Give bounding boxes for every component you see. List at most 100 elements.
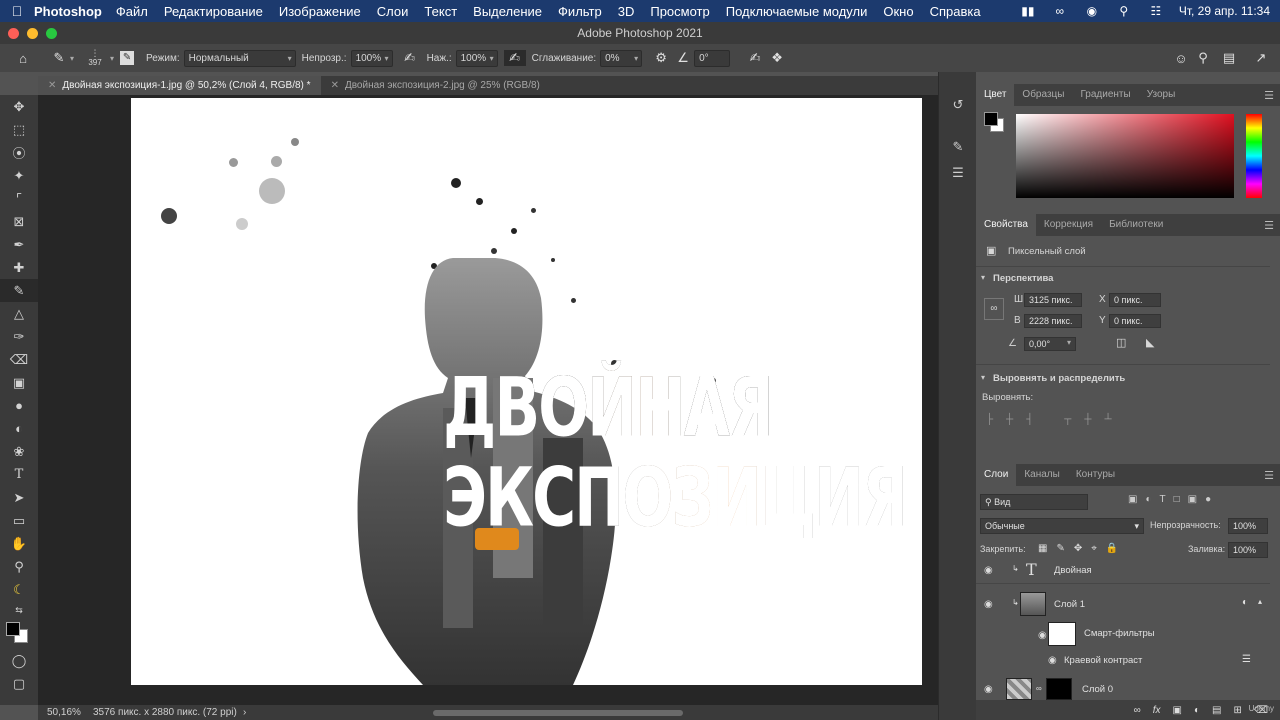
color-field[interactable] xyxy=(1016,114,1234,198)
lasso-tool-icon[interactable]: ⦿ xyxy=(0,141,38,164)
zoom-level[interactable]: 50,16% xyxy=(47,705,81,720)
section-align[interactable]: Выровнять и распределить xyxy=(993,373,1125,384)
brush-preset-icon[interactable]: ✎ xyxy=(48,50,70,66)
rectangle-tool-icon[interactable]: ▭ xyxy=(0,509,38,532)
panel-menu-icon[interactable]: ☰ xyxy=(1264,89,1274,102)
filter-type-icon[interactable]: T xyxy=(1160,494,1166,505)
pressure-opacity-icon[interactable]: ✍ xyxy=(399,50,421,66)
tab-document-1[interactable]: ✕ Двойная экспозиция-1.jpg @ 50,2% (Слой … xyxy=(38,76,321,95)
panel-menu-icon[interactable]: ☰ xyxy=(1264,469,1274,482)
lock-all-icon[interactable]: 🔒 xyxy=(1106,543,1118,554)
tab-layers[interactable]: Слои xyxy=(976,464,1017,486)
align-bottom-icon[interactable]: ┴ xyxy=(1104,414,1111,425)
tab-channels[interactable]: Каналы xyxy=(1016,464,1068,486)
layer-row-smart-filters[interactable]: ◉ Смарт-фильтры xyxy=(976,620,1270,652)
workspace-icon[interactable]: ▤ xyxy=(1218,50,1240,66)
lock-transparency-icon[interactable]: ▦ xyxy=(1038,543,1047,554)
filter-shape-icon[interactable]: □ xyxy=(1174,494,1180,505)
section-transform[interactable]: Перспектива xyxy=(993,273,1053,284)
visibility-eye-icon[interactable]: ◉ xyxy=(984,599,993,610)
close-window-button[interactable] xyxy=(8,28,19,39)
mode-select[interactable]: Нормальный ▾ xyxy=(183,49,296,67)
gradient-tool-icon[interactable]: ▣ xyxy=(0,371,38,394)
clock[interactable]: Чт, 29 апр. 11:34 xyxy=(1179,4,1270,18)
menu-layers[interactable]: Слои xyxy=(377,4,409,19)
minimize-window-button[interactable] xyxy=(27,28,38,39)
brushes-panel-icon[interactable]: ✎ xyxy=(939,134,977,160)
menu-help[interactable]: Справка xyxy=(930,4,981,19)
chevron-up-icon[interactable]: ▴ xyxy=(1258,597,1262,606)
chevron-down-icon[interactable]: ▾ xyxy=(1067,338,1071,347)
y-input[interactable]: 0 пикс. xyxy=(1109,314,1161,328)
add-mask-icon[interactable]: ▣ xyxy=(1173,705,1182,716)
chevron-down-icon[interactable]: ▾ xyxy=(981,273,985,282)
horizontal-scrollbar[interactable] xyxy=(433,710,683,716)
panel-menu-icon[interactable]: ☰ xyxy=(1264,219,1274,232)
tab-patterns[interactable]: Узоры xyxy=(1139,84,1184,106)
flip-vertical-icon[interactable]: ◣ xyxy=(1146,336,1154,349)
search-icon[interactable]: ⚲ xyxy=(1115,4,1133,18)
tab-color[interactable]: Цвет xyxy=(976,84,1015,106)
filter-options-icon[interactable]: ☰ xyxy=(1242,654,1251,665)
align-right-icon[interactable]: ┤ xyxy=(1026,414,1033,425)
menu-view[interactable]: Просмотр xyxy=(650,4,709,19)
fill-input[interactable]: 100% xyxy=(1228,542,1268,558)
eyedropper-tool-icon[interactable]: ✒ xyxy=(0,233,38,256)
hand-tool-icon[interactable]: ✋ xyxy=(0,532,38,555)
brush-tool-icon[interactable]: ✎ xyxy=(0,279,38,302)
pen-tool-icon[interactable]: ❀ xyxy=(0,440,38,463)
control-center-icon[interactable]: ☷ xyxy=(1147,4,1165,18)
menu-image[interactable]: Изображение xyxy=(279,4,361,19)
foreground-color-swatch[interactable] xyxy=(6,622,20,636)
align-top-icon[interactable]: ┬ xyxy=(1064,414,1071,425)
menu-text[interactable]: Текст xyxy=(424,4,457,19)
chevron-down-icon[interactable]: ▾ xyxy=(981,373,985,382)
menu-edit[interactable]: Редактирование xyxy=(164,4,263,19)
visibility-eye-icon[interactable]: ◉ xyxy=(1048,655,1057,666)
layer-filter-select[interactable]: ⚲ Вид xyxy=(980,494,1088,510)
menu-plugins[interactable]: Подключаемые модули xyxy=(726,4,868,19)
crop-tool-icon[interactable]: ⌜ xyxy=(0,187,38,210)
clone-stamp-tool-icon[interactable]: △ xyxy=(0,302,38,325)
close-icon[interactable]: ✕ xyxy=(331,80,339,91)
smart-filter-icon[interactable]: ◐ xyxy=(1242,597,1248,608)
visibility-eye-icon[interactable]: ◉ xyxy=(984,565,993,576)
banana-icon[interactable]: ☾ xyxy=(0,578,38,601)
apple-menu-icon[interactable]:  xyxy=(0,3,34,19)
symmetry-icon[interactable]: ❖ xyxy=(766,50,788,66)
chevron-down-icon[interactable]: ▾ xyxy=(110,54,114,63)
lock-position-icon[interactable]: ✥ xyxy=(1074,543,1082,554)
swap-colors-icon[interactable]: ⇆ xyxy=(0,601,38,619)
lock-paint-icon[interactable]: ✎ xyxy=(1056,543,1064,554)
screen-mode-icon[interactable]: ▢ xyxy=(0,672,38,695)
layer-row-text[interactable]: ◉ ↳ T Двойная xyxy=(976,558,1270,584)
layer-row-smart[interactable]: ◉ ↳ Слой 1 ◐ ▴ xyxy=(976,590,1270,620)
airbrush-icon[interactable]: ✍ xyxy=(503,50,526,66)
app-menu[interactable]: Photoshop xyxy=(34,4,102,19)
tab-properties[interactable]: Свойства xyxy=(976,214,1036,236)
dodge-tool-icon[interactable]: ◐ xyxy=(0,417,38,440)
align-hcenter-icon[interactable]: ┼ xyxy=(1006,414,1013,425)
link-layers-icon[interactable]: ∞ xyxy=(1134,705,1141,716)
align-left-icon[interactable]: ├ xyxy=(986,414,993,425)
home-icon[interactable]: ⌂ xyxy=(12,51,34,66)
path-selection-tool-icon[interactable]: ➤ xyxy=(0,486,38,509)
tab-libraries[interactable]: Библиотеки xyxy=(1101,214,1171,236)
tab-gradients[interactable]: Градиенты xyxy=(1072,84,1138,106)
menu-file[interactable]: Файл xyxy=(116,4,148,19)
new-layer-icon[interactable]: ⊞ xyxy=(1233,705,1241,716)
marquee-tool-icon[interactable]: ⬚ xyxy=(0,118,38,141)
healing-brush-tool-icon[interactable]: ✚ xyxy=(0,256,38,279)
brush-settings-icon[interactable]: ✎ xyxy=(120,51,135,65)
document-canvas[interactable]: ДВОЙНАЯ ЭКСПОЗИЦИЯ xyxy=(131,98,922,685)
document-info[interactable]: 3576 пикс. x 2880 пикс. (72 ppi) xyxy=(93,705,237,720)
tab-adjustments[interactable]: Коррекция xyxy=(1036,214,1101,236)
battery-icon[interactable]: ▮▮ xyxy=(1019,4,1037,18)
move-tool-icon[interactable]: ✥ xyxy=(0,95,38,118)
blend-mode-select[interactable]: Обычные ▾ xyxy=(980,518,1144,534)
user-icon[interactable]: ◉ xyxy=(1083,4,1101,18)
zoom-window-button[interactable] xyxy=(46,28,57,39)
blur-tool-icon[interactable]: ● xyxy=(0,394,38,417)
history-brush-tool-icon[interactable]: ✑ xyxy=(0,325,38,348)
filter-toggle-icon[interactable]: ● xyxy=(1205,494,1211,505)
